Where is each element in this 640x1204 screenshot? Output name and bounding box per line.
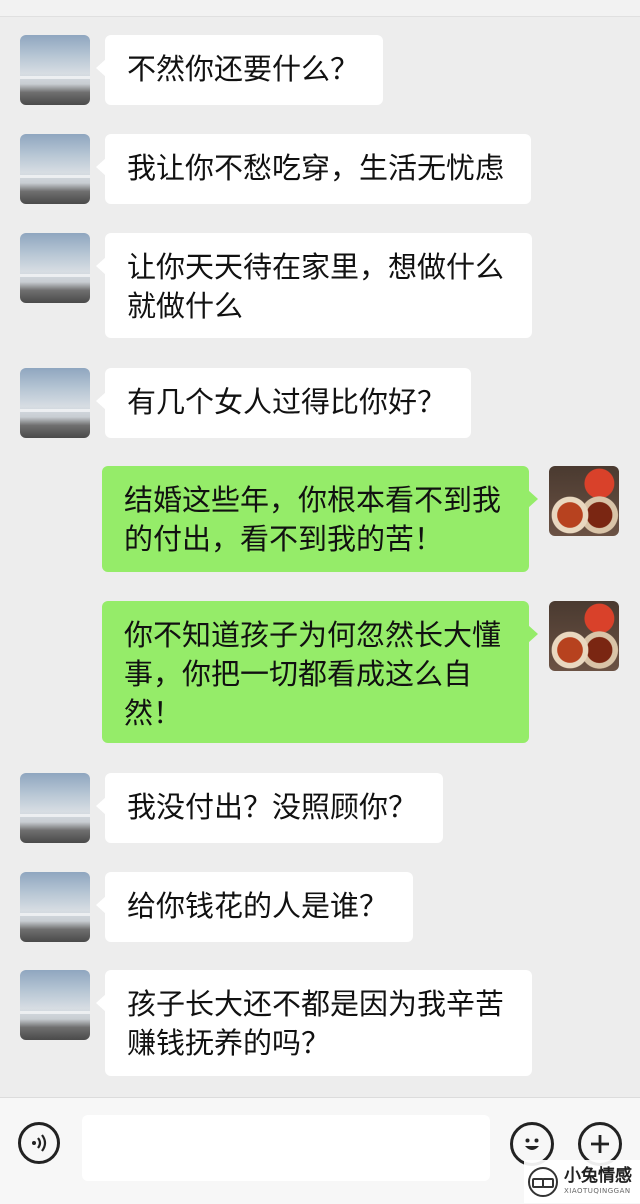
message-bubble[interactable]: 不然你还要什么？ — [96, 35, 383, 105]
message-bubble[interactable]: 有几个女人过得比你好？ — [96, 368, 471, 438]
message-bubble[interactable]: 让你天天待在家里，想做什么 就做什么 — [96, 233, 532, 338]
message-row: 我让你不愁吃穿，生活无忧虑 — [0, 134, 640, 204]
message-bubble[interactable]: 孩子长大还不都是因为我辛苦 赚钱抚养的吗？ — [96, 970, 532, 1076]
message-input[interactable] — [82, 1115, 490, 1181]
watermark-logo: 小兔情感 XIAOTUQINGGAN — [524, 1160, 640, 1203]
message-row: 你不知道孩子为何忽然长大懂 事，你把一切都看成这么自 然！ — [0, 601, 640, 743]
food-bowls-avatar[interactable] — [549, 466, 619, 536]
watermark-text: 小兔情感 XIAOTUQINGGAN — [564, 1168, 632, 1195]
sky-landscape-avatar[interactable] — [20, 970, 90, 1040]
message-row: 让你天天待在家里，想做什么 就做什么 — [0, 233, 640, 338]
message-bubble[interactable]: 结婚这些年，你根本看不到我 的付出，看不到我的苦！ — [102, 466, 538, 572]
message-bubble[interactable]: 我没付出？没照顾你？ — [96, 773, 443, 843]
message-row: 不然你还要什么？ — [0, 35, 640, 105]
message-row: 我没付出？没照顾你？ — [0, 773, 640, 843]
sky-landscape-avatar[interactable] — [20, 134, 90, 204]
sky-landscape-avatar[interactable] — [20, 872, 90, 942]
voice-wave-icon[interactable] — [18, 1122, 60, 1164]
message-row: 孩子长大还不都是因为我辛苦 赚钱抚养的吗？ — [0, 970, 640, 1076]
message-row: 结婚这些年，你根本看不到我 的付出，看不到我的苦！ — [0, 466, 640, 572]
message-bubble[interactable]: 我让你不愁吃穿，生活无忧虑 — [96, 134, 531, 204]
sky-landscape-avatar[interactable] — [20, 368, 90, 438]
sky-landscape-avatar[interactable] — [20, 233, 90, 303]
sky-landscape-avatar[interactable] — [20, 773, 90, 843]
message-bubble[interactable]: 你不知道孩子为何忽然长大懂 事，你把一切都看成这么自 然！ — [102, 601, 538, 743]
message-bubble[interactable]: 给你钱花的人是谁？ — [96, 872, 413, 942]
message-row: 给你钱花的人是谁？ — [0, 872, 640, 942]
message-row: 有几个女人过得比你好？ — [0, 368, 640, 438]
glasses-face-icon — [528, 1166, 558, 1197]
watermark-subtitle: XIAOTUQINGGAN — [564, 1187, 631, 1195]
food-bowls-avatar[interactable] — [549, 601, 619, 671]
sky-landscape-avatar[interactable] — [20, 35, 90, 105]
top-status-strip — [0, 0, 640, 17]
watermark-title: 小兔情感 — [564, 1166, 632, 1186]
